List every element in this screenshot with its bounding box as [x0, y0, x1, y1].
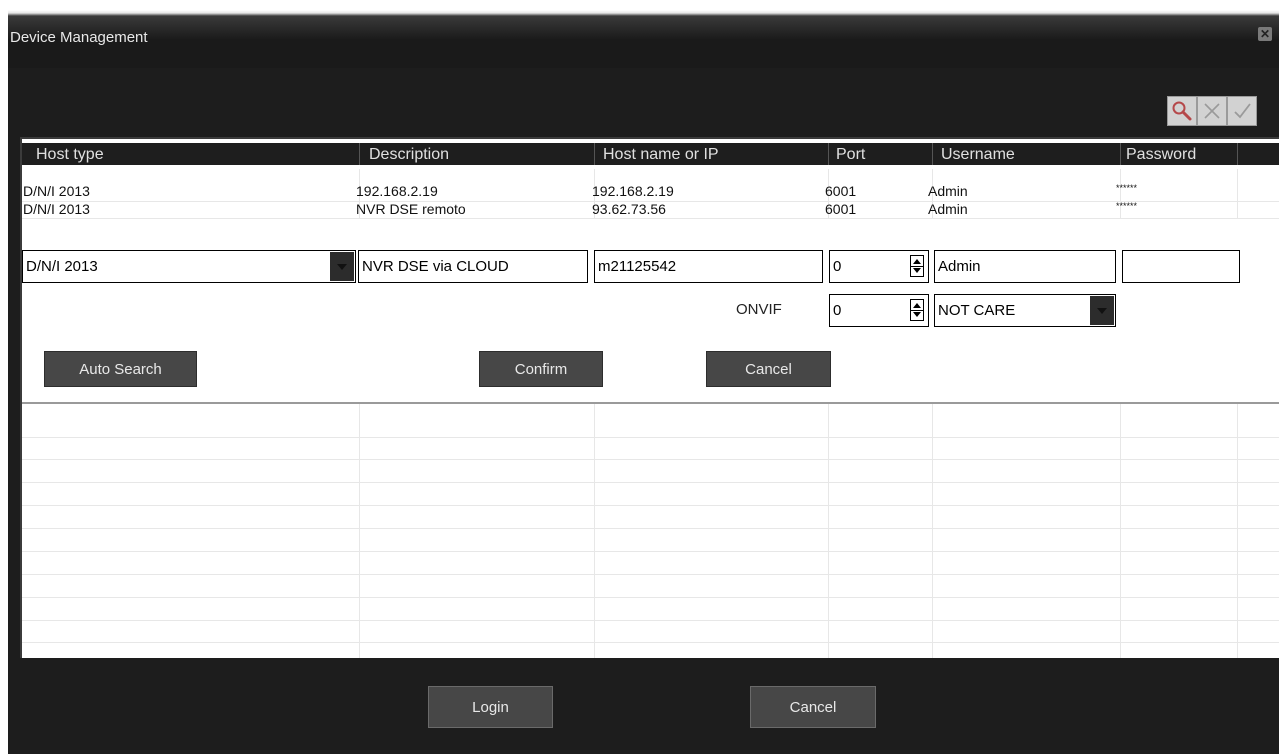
port-stepper[interactable]: 0	[829, 250, 929, 283]
spinner-arrows-icon[interactable]	[910, 255, 924, 277]
grid-line	[22, 574, 1279, 575]
delete-button[interactable]	[1197, 96, 1227, 126]
column-header-port[interactable]: Port	[832, 143, 865, 165]
host-input[interactable]: m21125542	[594, 250, 823, 283]
grid-line	[22, 528, 1279, 529]
search-icon	[1172, 101, 1192, 121]
editor-cancel-button[interactable]: Cancel	[706, 351, 831, 387]
cell-port: 6001	[825, 201, 857, 217]
title-bar: Device Management ✕	[8, 10, 1279, 68]
device-list-panel: Host type Description Host name or IP Po…	[20, 137, 1279, 658]
login-button[interactable]: Login	[428, 686, 553, 728]
column-header-host-type[interactable]: Host type	[32, 143, 104, 165]
column-divider[interactable]	[359, 143, 360, 165]
cell-host: 93.62.73.56	[592, 201, 666, 217]
spinner-arrows-icon[interactable]	[910, 299, 924, 321]
chevron-down-icon[interactable]	[330, 252, 354, 281]
auto-search-button[interactable]: Auto Search	[44, 351, 197, 387]
grid-line	[22, 437, 1279, 438]
grid-line	[22, 482, 1279, 483]
grid-line	[22, 459, 1279, 460]
column-divider[interactable]	[1120, 143, 1121, 165]
divider	[22, 402, 1279, 404]
column-header-host[interactable]: Host name or IP	[599, 143, 719, 165]
host-type-select[interactable]: D/N/I 2013	[22, 250, 356, 283]
search-button[interactable]	[1167, 96, 1197, 126]
apply-button[interactable]	[1227, 96, 1257, 126]
grid-line	[22, 597, 1279, 598]
confirm-button[interactable]: Confirm	[479, 351, 603, 387]
chevron-down-icon[interactable]	[1090, 296, 1114, 325]
onvif-mode-select[interactable]: NOT CARE	[934, 294, 1116, 327]
cell-host-type: D/N/I 2013	[23, 183, 90, 199]
grid-line	[22, 551, 1279, 552]
port-value: 0	[833, 258, 842, 275]
column-divider[interactable]	[828, 143, 829, 165]
cell-host-type: D/N/I 2013	[23, 201, 90, 217]
grid-line	[22, 620, 1279, 621]
desktop: Device Management ✕ Host type Descriptio…	[0, 0, 1279, 754]
window-title: Device Management	[10, 29, 148, 46]
table-header: Host type Description Host name or IP Po…	[22, 143, 1279, 165]
username-input[interactable]: Admin	[934, 250, 1116, 283]
grid-line	[22, 505, 1279, 506]
onvif-label: ONVIF	[736, 301, 782, 318]
cell-port: 6001	[825, 183, 857, 199]
cell-username: Admin	[928, 201, 968, 217]
password-input[interactable]	[1122, 250, 1240, 283]
dialog-cancel-button[interactable]: Cancel	[750, 686, 876, 728]
cell-description: 192.168.2.19	[356, 183, 438, 199]
onvif-mode-value: NOT CARE	[938, 302, 1016, 319]
grid-line	[22, 642, 1279, 643]
table-row[interactable]: D/N/I 2013 NVR DSE remoto 93.62.73.56 60…	[22, 201, 1279, 217]
column-divider[interactable]	[594, 143, 595, 165]
column-header-description[interactable]: Description	[365, 143, 449, 165]
column-header-username[interactable]: Username	[937, 143, 1015, 165]
cell-description: NVR DSE remoto	[356, 201, 466, 217]
column-divider[interactable]	[932, 143, 933, 165]
description-input[interactable]: NVR DSE via CLOUD	[358, 250, 588, 283]
onvif-port-value: 0	[833, 302, 842, 319]
check-icon	[1234, 103, 1251, 119]
device-management-window: Device Management ✕ Host type Descriptio…	[8, 10, 1279, 754]
close-icon[interactable]: ✕	[1258, 27, 1272, 41]
onvif-port-stepper[interactable]: 0	[829, 294, 929, 327]
column-divider[interactable]	[1237, 143, 1238, 165]
table-row[interactable]: D/N/I 2013 192.168.2.19 192.168.2.19 600…	[22, 183, 1279, 199]
cell-password: ******	[1116, 201, 1138, 211]
cell-username: Admin	[928, 183, 968, 199]
device-editor: D/N/I 2013 NVR DSE via CLOUD m21125542 0…	[22, 219, 1279, 402]
column-header-password[interactable]: Password	[1122, 143, 1196, 165]
host-type-value: D/N/I 2013	[26, 258, 98, 275]
cell-host: 192.168.2.19	[592, 183, 674, 199]
cell-password: ******	[1116, 183, 1138, 193]
delete-icon	[1204, 103, 1220, 119]
